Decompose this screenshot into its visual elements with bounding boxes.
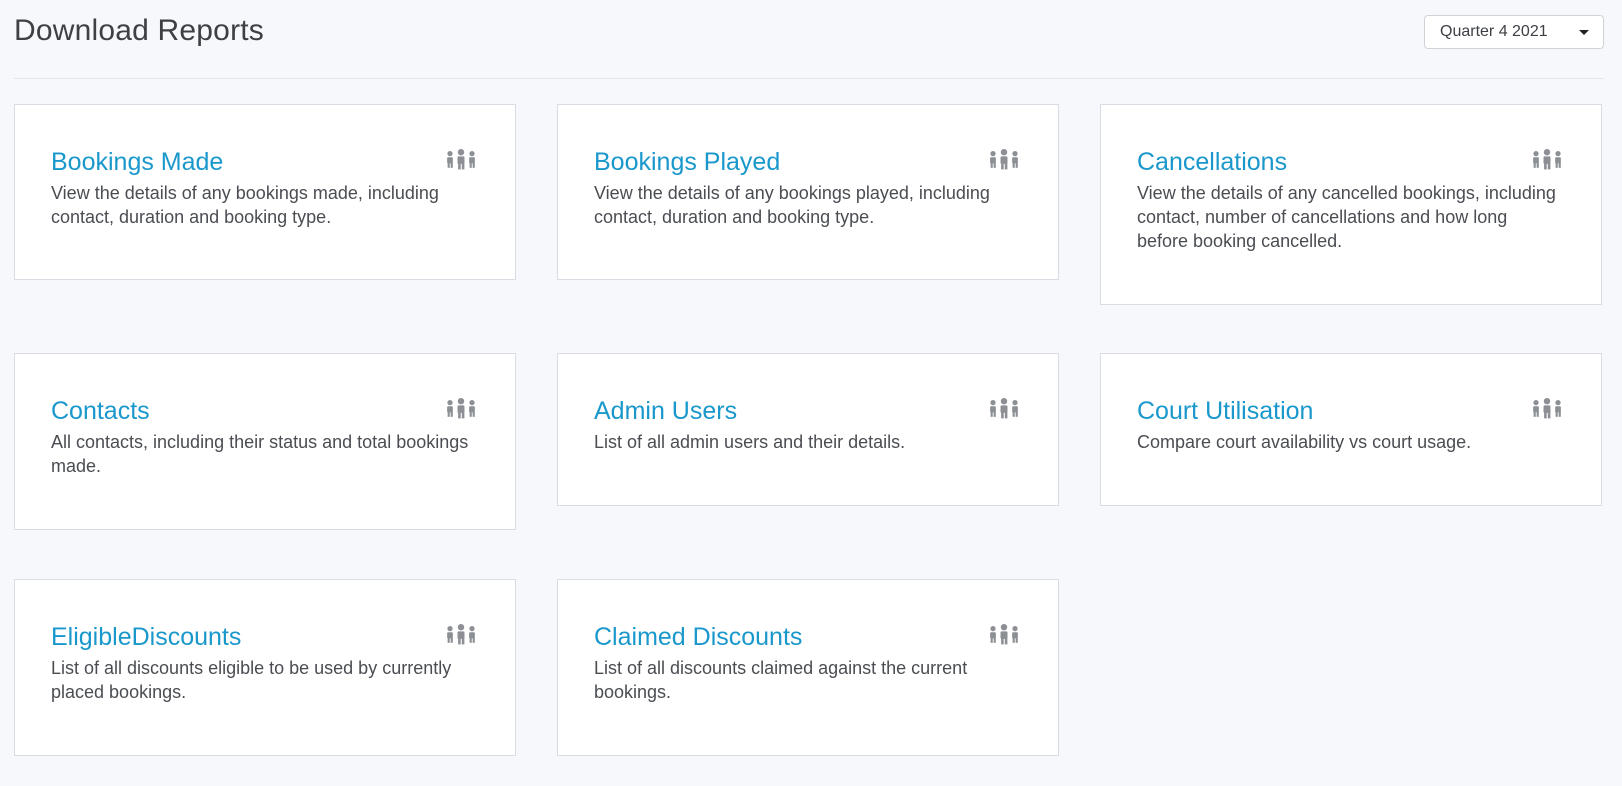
people-group-icon xyxy=(988,149,1020,175)
report-title[interactable]: Admin Users xyxy=(594,394,1022,428)
report-card-eligible-discounts[interactable]: EligibleDiscounts List of all discounts … xyxy=(14,579,516,756)
report-card-bookings-played[interactable]: Bookings Played View the details of any … xyxy=(557,104,1059,280)
report-description: All contacts, including their status and… xyxy=(51,432,469,476)
report-card-bookings-made[interactable]: Bookings Made View the details of any bo… xyxy=(14,104,516,280)
report-title[interactable]: Contacts xyxy=(51,394,479,428)
report-description: List of all discounts claimed against th… xyxy=(594,658,968,702)
report-title[interactable]: Cancellations xyxy=(1137,145,1565,179)
report-title[interactable]: EligibleDiscounts xyxy=(51,620,479,654)
report-description: List of all discounts eligible to be use… xyxy=(51,658,452,702)
report-description: List of all admin users and their detail… xyxy=(594,432,906,452)
people-group-icon xyxy=(445,624,477,650)
report-card-court-utilisation[interactable]: Court Utilisation Compare court availabi… xyxy=(1100,353,1602,506)
page-title: Download Reports xyxy=(14,14,264,47)
report-description: View the details of any bookings played,… xyxy=(594,183,990,227)
report-title[interactable]: Claimed Discounts xyxy=(594,620,1022,654)
report-card-contacts[interactable]: Contacts All contacts, including their s… xyxy=(14,353,516,530)
period-select[interactable]: Quarter 4 2021 xyxy=(1424,15,1604,49)
period-select-value: Quarter 4 2021 xyxy=(1440,23,1548,40)
report-description: View the details of any bookings made, i… xyxy=(51,183,439,227)
header-divider xyxy=(14,78,1604,79)
caret-down-icon xyxy=(1579,30,1589,35)
report-title[interactable]: Court Utilisation xyxy=(1137,394,1565,428)
people-group-icon xyxy=(1531,398,1563,424)
people-group-icon xyxy=(988,398,1020,424)
report-title[interactable]: Bookings Played xyxy=(594,145,1022,179)
report-card-claimed-discounts[interactable]: Claimed Discounts List of all discounts … xyxy=(557,579,1059,756)
report-card-cancellations[interactable]: Cancellations View the details of any ca… xyxy=(1100,104,1602,305)
people-group-icon xyxy=(988,624,1020,650)
people-group-icon xyxy=(1531,149,1563,175)
download-reports-page: Download Reports Quarter 4 2021 Bookings… xyxy=(0,0,1622,786)
report-description: View the details of any cancelled bookin… xyxy=(1137,183,1556,251)
people-group-icon xyxy=(445,149,477,175)
report-title[interactable]: Bookings Made xyxy=(51,145,479,179)
report-card-admin-users[interactable]: Admin Users List of all admin users and … xyxy=(557,353,1059,506)
people-group-icon xyxy=(445,398,477,424)
report-description: Compare court availability vs court usag… xyxy=(1137,432,1472,452)
